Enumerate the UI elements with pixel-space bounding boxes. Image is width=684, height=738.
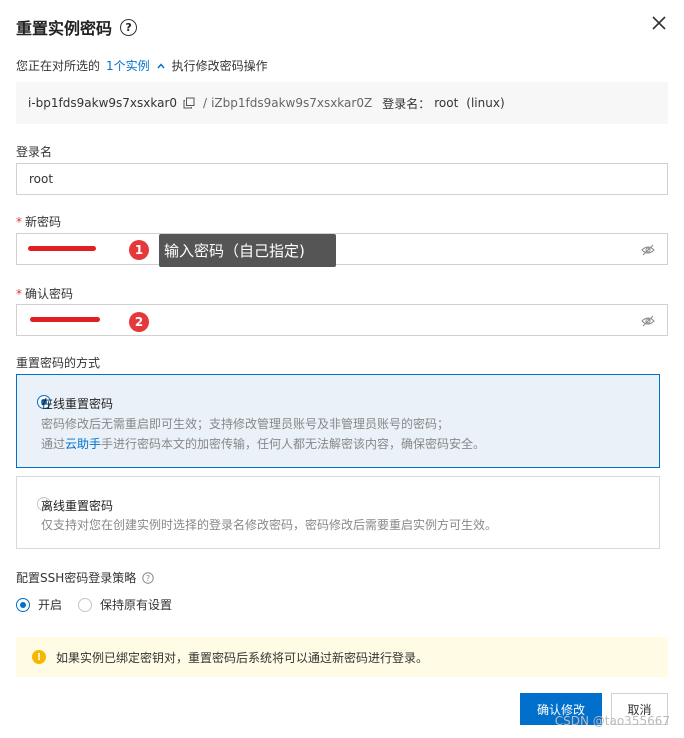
- eye-off-icon[interactable]: [641, 314, 655, 328]
- required-mark: *: [16, 287, 22, 301]
- notice-banner: ! 如果实例已绑定密钥对，重置密码后系统将可以通过新密码进行登录。: [16, 637, 668, 677]
- instance-count-link[interactable]: 1个实例: [106, 57, 150, 74]
- radio-ssh-enable[interactable]: [16, 597, 30, 612]
- dialog-title: 重置实例密码 ?: [16, 15, 138, 39]
- offline-reset-desc: 仅支持对您在创建实例时选择的登录名修改密码，密码修改后需要重启实例方可生效。: [41, 518, 498, 532]
- confirm-password-label-text: 确认密码: [25, 287, 74, 301]
- redacted-password-mark: [28, 246, 96, 251]
- radio-ssh-keep[interactable]: [78, 597, 93, 612]
- os-type: (linux): [466, 96, 505, 110]
- warning-icon: !: [32, 650, 46, 664]
- online-reset-desc-2-post: 手进行密码本文的加密传输，任何人都无法解密该内容，确保密码安全。: [101, 437, 486, 451]
- ssh-option-keep[interactable]: 保持原有设置: [78, 596, 172, 613]
- info-separator: /: [203, 96, 208, 110]
- offline-reset-title: 离线重置密码: [41, 499, 114, 513]
- instance-summary-suffix: 执行修改密码操作: [171, 59, 268, 73]
- required-mark: *: [16, 215, 22, 229]
- login-name-label: 登录名：: [382, 96, 431, 111]
- password-tooltip: 输入密码（自己指定): [159, 234, 336, 267]
- instance-hostname: iZbp1fds9akw9s7xsxkar0Z: [211, 96, 373, 110]
- instance-info-box: i-bp1fds9akw9s7xsxkar0 / iZbp1fds9akw9s7…: [16, 82, 668, 124]
- login-name-input-value: root: [29, 172, 54, 186]
- new-password-label-text: 新密码: [25, 215, 62, 229]
- dialog-title-text: 重置实例密码: [16, 19, 113, 38]
- new-password-input[interactable]: [16, 233, 668, 265]
- online-reset-desc-2: 通过云助手手进行密码本文的加密传输，任何人都无法解密该内容，确保密码安全。: [41, 435, 485, 452]
- login-name-value: root: [434, 96, 459, 110]
- online-reset-desc-1: 密码修改后无需重启即可生效；支持修改管理员账号及非管理员账号的密码；: [41, 417, 450, 431]
- reset-method-label: 重置密码的方式: [16, 356, 101, 370]
- chevron-up-icon[interactable]: [156, 61, 166, 71]
- ssh-policy-radio-group: 开启 保持原有设置: [16, 596, 188, 613]
- question-circle-icon[interactable]: ?: [142, 571, 154, 584]
- notice-text: 如果实例已绑定密钥对，重置密码后系统将可以通过新密码进行登录。: [56, 650, 429, 665]
- ssh-policy-label: 配置SSH密码登录策略: [16, 571, 137, 585]
- annotation-badge-2: 2: [129, 312, 149, 332]
- watermark: CSDN @tao355667: [554, 714, 670, 728]
- redacted-password-mark: [30, 317, 100, 322]
- ssh-option-enable-label: 开启: [38, 598, 63, 612]
- cloud-assistant-link[interactable]: 云助手: [65, 437, 101, 451]
- instance-id: i-bp1fds9akw9s7xsxkar0: [28, 96, 178, 110]
- new-password-label: * 新密码: [16, 213, 61, 230]
- svg-text:?: ?: [146, 573, 150, 582]
- login-name-field-label: 登录名: [16, 145, 53, 159]
- ssh-option-enable[interactable]: 开启: [16, 596, 62, 613]
- instance-summary: 您正在对所选的 1个实例 执行修改密码操作: [16, 57, 268, 74]
- login-name-input[interactable]: root: [16, 163, 668, 195]
- eye-off-icon[interactable]: [641, 243, 655, 257]
- ssh-option-keep-label: 保持原有设置: [100, 598, 173, 612]
- annotation-badge-1: 1: [129, 240, 149, 260]
- close-icon[interactable]: [650, 14, 668, 32]
- online-reset-title: 在线重置密码: [41, 397, 114, 411]
- password-tooltip-text: 输入密码（自己指定): [164, 242, 305, 260]
- confirm-password-input[interactable]: [16, 304, 668, 336]
- ssh-policy-label-row: 配置SSH密码登录策略 ?: [16, 569, 154, 586]
- copy-icon[interactable]: [183, 97, 195, 109]
- question-circle-icon[interactable]: ?: [120, 18, 138, 36]
- instance-summary-prefix: 您正在对所选的: [16, 59, 101, 73]
- online-reset-desc-2-pre: 通过: [41, 437, 66, 451]
- confirm-password-label: * 确认密码: [16, 285, 73, 302]
